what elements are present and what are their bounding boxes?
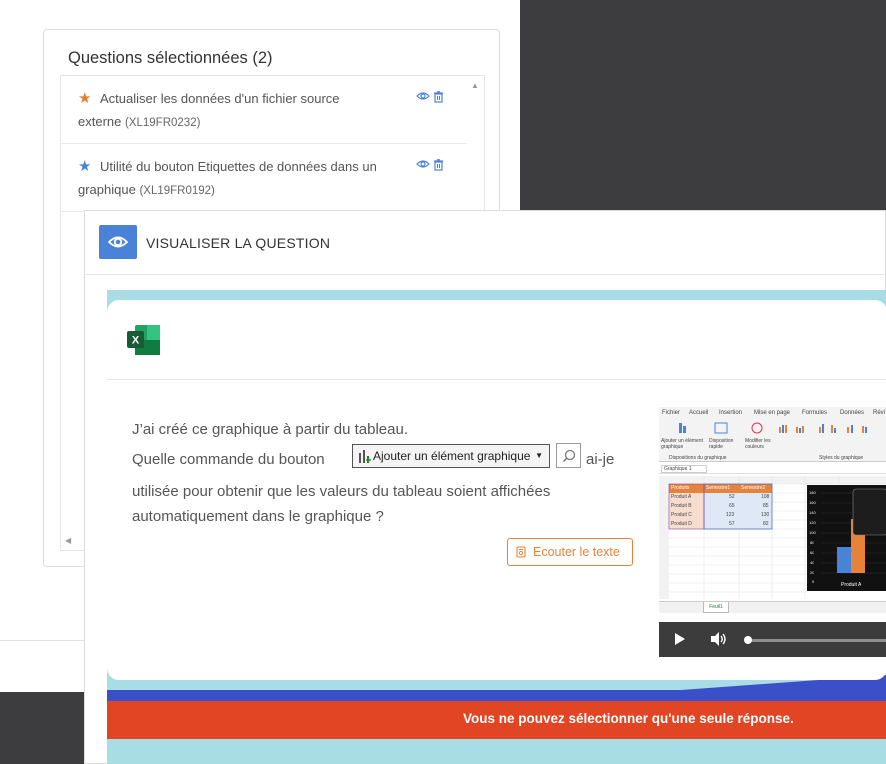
table-cell: 52 <box>729 494 735 500</box>
ribbon-tab: Accueil <box>689 410 709 416</box>
question-title: Utilité du bouton Etiquettes de données … <box>78 159 377 197</box>
table-cell: Produit D <box>671 521 692 527</box>
list-item[interactable]: ★ Utilité du bouton Etiquettes de donnée… <box>61 144 467 212</box>
modal-header: VISUALISER LA QUESTION <box>85 211 886 275</box>
scroll-left-arrow-icon[interactable]: ◀ <box>65 536 71 545</box>
embedded-chart: 180 160 140 120 100 80 60 40 20 0 Produi… <box>807 485 886 591</box>
table-cell: 82 <box>763 521 769 527</box>
ribbon-tab: Révi <box>873 410 886 416</box>
trash-icon[interactable] <box>433 91 444 103</box>
video-player[interactable]: Fichier Accueil Insertion Mise en page F… <box>659 407 886 657</box>
table-cell: 108 <box>761 494 770 500</box>
video-progress-handle[interactable] <box>744 636 752 644</box>
excel-icon: X <box>127 325 160 355</box>
add-chart-element-button[interactable]: Ajouter un élément graphique ▼ <box>352 444 550 468</box>
ribbon-icons <box>679 422 867 434</box>
axis-tick: 60 <box>810 550 815 555</box>
axis-tick: 20 <box>810 570 815 575</box>
axis-tick: 160 <box>809 500 816 505</box>
sheet-tabs-bar: Feuil1 <box>659 601 886 613</box>
table-cell: Produit C <box>671 512 692 518</box>
divider <box>0 640 86 641</box>
question-line-1: J’ai créé ce graphique à partir du table… <box>132 421 409 438</box>
table-cell: 65 <box>729 503 735 509</box>
table-cell: Produit B <box>671 503 692 509</box>
scroll-up-arrow-icon[interactable]: ▲ <box>471 81 479 90</box>
ribbon-group-label: Dispositions du graphique <box>669 455 727 461</box>
question-title: Actualiser les données d'un fichier sour… <box>78 91 340 129</box>
volume-icon[interactable] <box>711 632 727 646</box>
question-card: X J’ai créé ce graphique à partir du tab… <box>107 300 886 680</box>
list-item[interactable]: ★ Actualiser les données d'un fichier so… <box>61 76 467 144</box>
document-audio-icon <box>516 546 526 558</box>
table-cell: 123 <box>726 512 735 518</box>
table-header-cell: Produits <box>671 485 690 491</box>
listen-text-button[interactable]: Ecouter le texte <box>507 538 633 566</box>
background-dark-region-bottom <box>0 692 90 764</box>
eye-icon <box>99 225 137 259</box>
ribbon-tab: Mise en page <box>754 410 791 416</box>
trash-icon[interactable] <box>433 159 444 171</box>
table-header-cell: Semestre1 <box>706 485 731 491</box>
ribbon-label: Modifier les couleurs <box>745 438 771 450</box>
background-dark-region <box>520 0 886 215</box>
question-line-4: automatiquement dans le graphique ? <box>132 508 384 525</box>
table-cell: 130 <box>761 512 770 518</box>
question-card-header: X <box>107 300 886 380</box>
add-chart-element-label: Ajouter un élément graphique <box>373 449 531 463</box>
table-cell: Produit A <box>671 494 692 500</box>
axis-tick: 140 <box>809 510 816 515</box>
video-controls <box>659 622 886 657</box>
eye-icon[interactable] <box>416 91 430 101</box>
formula-bar: Graphique 1 <box>659 464 886 474</box>
search-button[interactable] <box>556 443 581 468</box>
excel-ribbon: Fichier Accueil Insertion Mise en page F… <box>659 407 886 462</box>
table-header-cell: Semestre2 <box>741 485 766 491</box>
modal-title: VISUALISER LA QUESTION <box>146 235 331 251</box>
question-line-2-prefix: Quelle commande du bouton <box>132 451 325 468</box>
name-box: Graphique 1 <box>661 465 707 473</box>
axis-tick: 180 <box>809 490 816 495</box>
single-answer-banner: Vous ne pouvez sélectionner qu'une seule… <box>107 701 886 739</box>
chevron-down-icon: ▼ <box>535 451 543 460</box>
ribbon-tab: Fichier <box>662 410 681 416</box>
search-icon <box>562 449 576 463</box>
ribbon-group-label: Styles du graphique <box>819 455 864 461</box>
question-code: (XL19FR0232) <box>125 116 201 129</box>
chart-bar <box>837 547 851 573</box>
axis-tick: 120 <box>809 520 816 525</box>
ribbon-tab: Formules <box>802 410 828 416</box>
question-line-2-suffix: ai-je <box>586 451 615 468</box>
svg-text:X: X <box>132 335 140 347</box>
axis-tick: 0 <box>812 579 815 584</box>
decorative-band <box>107 690 886 701</box>
selected-questions-title: Questions sélectionnées (2) <box>68 49 273 67</box>
sheet-tab[interactable]: Feuil1 <box>703 602 729 613</box>
play-icon[interactable] <box>675 633 685 645</box>
video-progress-track[interactable] <box>747 639 886 642</box>
chart-plot <box>821 488 886 574</box>
listen-text-label: Ecouter le texte <box>533 545 620 559</box>
ribbon-label: Disposition rapide <box>709 438 734 450</box>
question-code: (XL19FR0192) <box>139 184 215 197</box>
eye-icon[interactable] <box>416 159 430 169</box>
question-stage: X J’ai créé ce graphique à partir du tab… <box>107 290 886 764</box>
table-cell: 57 <box>729 521 735 527</box>
table-cell: 85 <box>763 503 769 509</box>
question-preview-modal: VISUALISER LA QUESTION X J’ai créé ce gr… <box>84 210 886 764</box>
ribbon-tab: Données <box>840 410 865 416</box>
axis-tick: 100 <box>809 530 816 535</box>
chart-category-label: Produit A <box>841 582 862 588</box>
axis-tick: 80 <box>810 540 815 545</box>
ribbon-label: Ajouter un élément graphique <box>661 438 703 450</box>
banner-text: Vous ne pouvez sélectionner qu'une seule… <box>463 711 794 726</box>
axis-tick: 40 <box>810 560 815 565</box>
add-chart-element-icon <box>359 450 371 463</box>
ribbon-tab: Insertion <box>719 410 743 416</box>
